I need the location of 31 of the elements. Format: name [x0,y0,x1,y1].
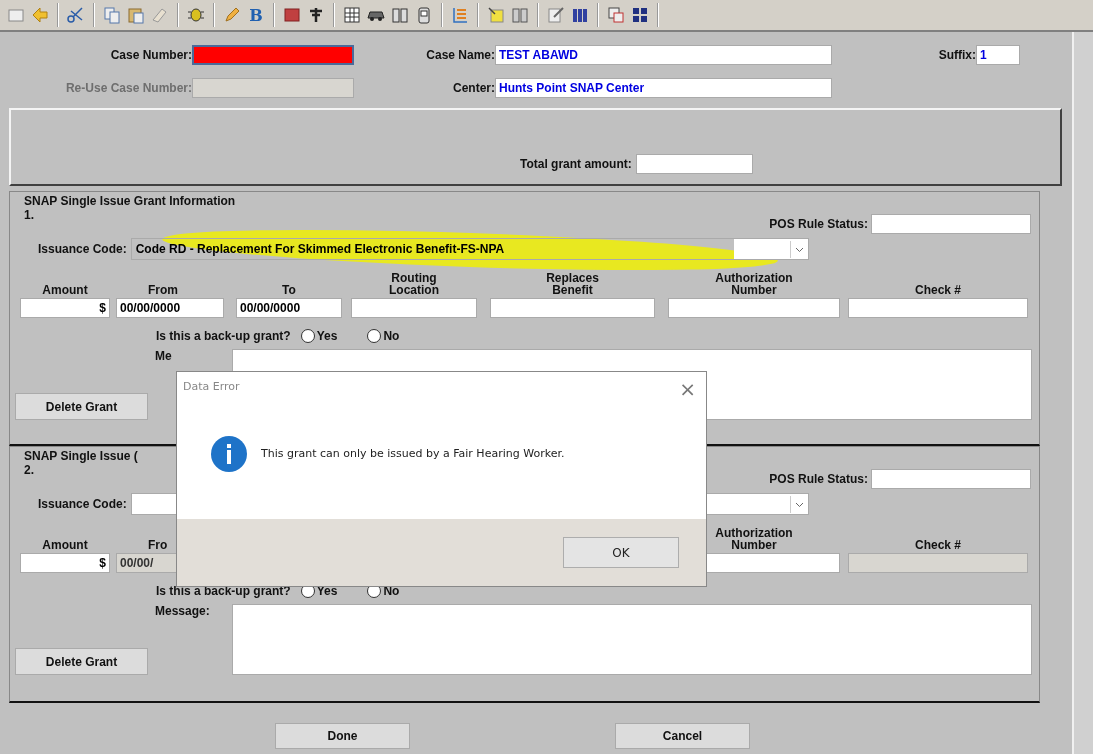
field-label: Me [155,348,172,363]
column-header: Check # [915,284,961,296]
column-header: To [282,284,296,296]
field-label: Case Number: [109,48,192,62]
field-label: Is this a back-up grant? [156,584,291,598]
dialog-message: This grant can only be issued by a Fair Hearing Worker. [261,447,565,460]
field-label: Message: [155,603,210,618]
column-header: From [148,284,178,296]
field-label: Re-Use Case Number: [64,81,192,95]
field-label: Suffix: [937,48,976,62]
column-header: Amount [42,539,88,551]
column-header: Authorization Number [714,272,794,296]
section-number: 2. [23,463,34,477]
field-label: Center: [452,81,495,95]
field-label: Issuance Code: [38,242,127,256]
section-number: 1. [23,208,34,222]
column-header: Amount [42,284,88,296]
field-label: POS Rule Status: [769,472,868,486]
column-header: Fro [148,539,168,551]
column-header: Routing Location [388,272,440,296]
field-label: Issuance Code: [38,497,127,511]
field-label: POS Rule Status: [769,217,868,231]
column-header: Check # [915,539,961,551]
dialog-title: Data Error [183,380,240,395]
field-label: Total grant amount: [520,157,632,173]
column-header: Authorization Number [714,527,794,551]
section-title: SNAP Single Issue Grant Information [23,194,236,208]
field-label: Case Name: [425,48,495,62]
field-label: Is this a back-up grant? [156,329,291,343]
section-title: SNAP Single Issue ( [23,449,138,463]
column-header: Replaces Benefit [545,272,600,296]
